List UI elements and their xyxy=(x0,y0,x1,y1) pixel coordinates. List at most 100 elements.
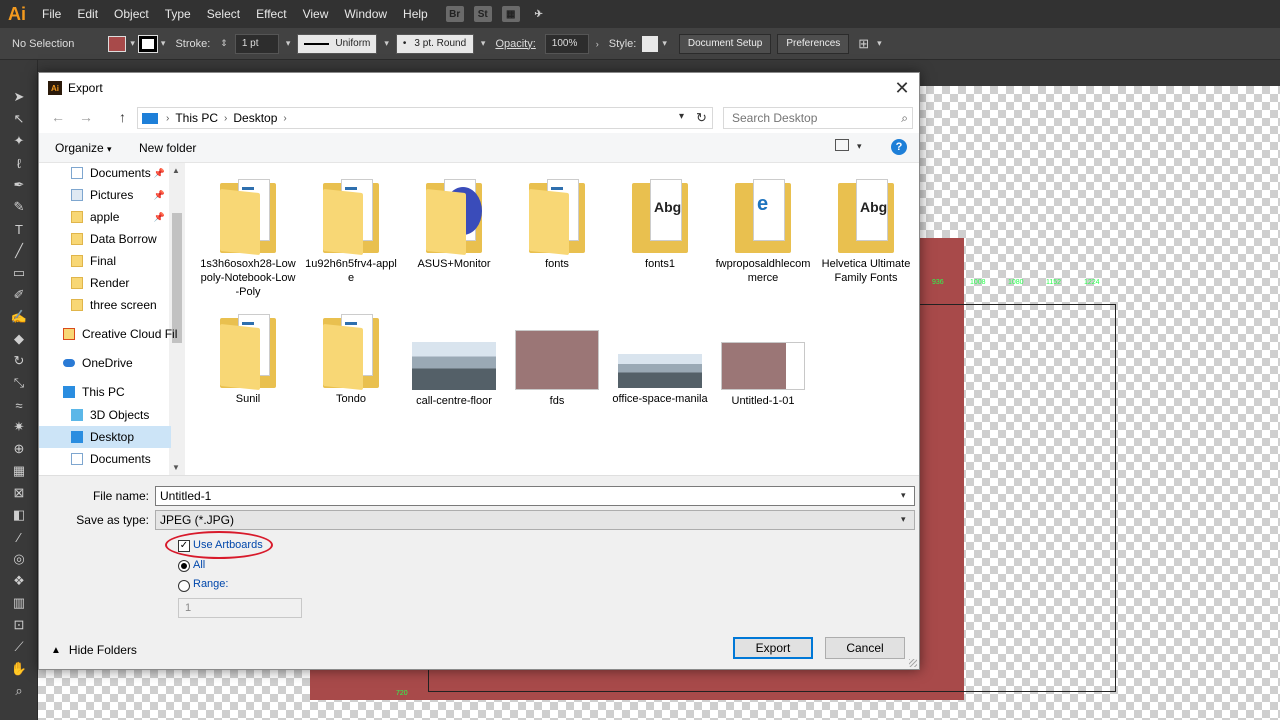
puppet-warp-tool-icon[interactable]: ✷ xyxy=(0,416,38,438)
eyedropper-tool-icon[interactable]: ⁄ xyxy=(0,526,38,548)
bridge-icon[interactable]: Br xyxy=(445,6,464,22)
artboard-tool-icon[interactable]: ⊡ xyxy=(0,614,38,636)
refresh-icon[interactable]: ↻ xyxy=(691,107,713,129)
document-setup-button[interactable]: Document Setup xyxy=(678,33,772,54)
scroll-down-icon[interactable]: ▼ xyxy=(172,463,180,472)
opacity-arrow-icon[interactable]: › xyxy=(596,39,599,49)
filename-dropdown-icon[interactable]: ▾ xyxy=(901,490,906,501)
magic-wand-tool-icon[interactable]: ✦ xyxy=(0,130,38,152)
file-item-folder[interactable]: 1u92h6n5frv4-apple xyxy=(303,177,399,285)
arrange-icon[interactable]: ⊞ xyxy=(858,36,869,52)
up-arrow-icon[interactable]: ↑ xyxy=(119,109,126,125)
menu-effect[interactable]: Effect xyxy=(248,0,294,28)
menu-view[interactable]: View xyxy=(295,0,337,28)
stroke-dropdown-icon[interactable]: ▾ xyxy=(161,38,166,49)
nav-item-final[interactable]: Final xyxy=(39,250,171,272)
arrange-dropdown-icon[interactable]: ▾ xyxy=(877,38,882,49)
zoom-tool-icon[interactable]: ⌕ xyxy=(0,680,38,702)
stock-icon[interactable]: St xyxy=(473,6,492,22)
save-as-type-dropdown-icon[interactable]: ▾ xyxy=(901,514,906,525)
address-bar[interactable]: › This PC › Desktop › xyxy=(137,107,711,129)
use-artboards-checkbox[interactable]: ✓ xyxy=(178,540,190,552)
lasso-tool-icon[interactable]: ℓ xyxy=(0,152,38,174)
menu-edit[interactable]: Edit xyxy=(69,0,106,28)
gpu-rocket-icon[interactable]: ✈ xyxy=(530,6,548,22)
stroke-profile-dropdown-icon[interactable]: ▾ xyxy=(384,38,389,49)
file-item-image[interactable]: Untitled-1-01 xyxy=(715,342,811,408)
nav-item-this-pc[interactable]: This PC xyxy=(39,381,171,403)
back-arrow-icon[interactable]: ← xyxy=(51,109,65,125)
menu-type[interactable]: Type xyxy=(157,0,199,28)
style-dropdown-icon[interactable]: ▾ xyxy=(662,38,667,49)
nav-item-three-screen[interactable]: three screen xyxy=(39,294,171,316)
file-item-folder[interactable]: e fwproposaldhlecommerce xyxy=(715,177,811,285)
file-item-folder[interactable]: Abg Helvetica Ultimate Family Fonts xyxy=(818,177,914,285)
file-item-folder[interactable]: ASUS+Monitor xyxy=(406,177,502,271)
nav-item-creative-cloud[interactable]: Creative Cloud Fil xyxy=(39,323,177,345)
brush-select[interactable]: • 3 pt. Round xyxy=(395,33,474,54)
slice-tool-icon[interactable]: ⟋ xyxy=(0,636,38,658)
hide-folders-toggle[interactable]: ▲ Hide Folders xyxy=(51,643,137,657)
organize-button[interactable]: Organize ▾ xyxy=(55,141,112,155)
nav-item-apple[interactable]: apple 📌 xyxy=(39,206,171,228)
nav-item-data-borrow[interactable]: Data Borrow xyxy=(39,228,171,250)
stroke-stepper-icon[interactable]: ⇕ xyxy=(220,38,228,49)
workspace-layout-icon[interactable]: ▦ xyxy=(501,6,520,22)
use-artboards-label[interactable]: Use Artboards xyxy=(193,539,263,551)
brush-dropdown-icon[interactable]: ▾ xyxy=(481,38,486,49)
fill-swatch[interactable] xyxy=(108,35,127,52)
preferences-button[interactable]: Preferences xyxy=(777,33,850,54)
stroke-swatch-icon[interactable] xyxy=(137,34,158,53)
file-item-folder[interactable]: Tondo xyxy=(303,312,399,406)
curvature-tool-icon[interactable]: ✎ xyxy=(0,196,38,218)
pen-tool-icon[interactable]: ✒ xyxy=(0,174,38,196)
file-item-folder[interactable]: fonts xyxy=(509,177,605,271)
file-item-folder[interactable]: 1s3h6osoxh28-Lowpoly-Notebook-Low-Poly xyxy=(200,177,296,299)
column-graph-tool-icon[interactable]: ▥ xyxy=(0,592,38,614)
perspective-grid-tool-icon[interactable]: ▦ xyxy=(0,460,38,482)
menu-file[interactable]: File xyxy=(34,0,69,28)
close-icon[interactable]: ✕ xyxy=(891,77,913,99)
eraser-tool-icon[interactable]: ◆ xyxy=(0,328,38,350)
nav-scrollbar-thumb[interactable] xyxy=(172,213,182,343)
search-input[interactable] xyxy=(732,111,892,125)
range-input[interactable] xyxy=(178,598,302,618)
file-item-image[interactable]: office-space-manila xyxy=(612,354,708,406)
menu-help[interactable]: Help xyxy=(395,0,436,28)
nav-item-pictures[interactable]: Pictures 📌 xyxy=(39,184,171,206)
new-folder-button[interactable]: New folder xyxy=(139,141,196,155)
breadcrumb-desktop[interactable]: Desktop xyxy=(233,111,277,125)
resize-grip-icon[interactable] xyxy=(909,659,917,667)
view-options-icon[interactable] xyxy=(835,139,849,151)
rectangle-tool-icon[interactable]: ▭ xyxy=(0,262,38,284)
file-item-image[interactable]: call-centre-floor xyxy=(406,342,502,408)
blend-tool-icon[interactable]: ◎ xyxy=(0,548,38,570)
hand-tool-icon[interactable]: ✋ xyxy=(0,658,38,680)
range-radio[interactable] xyxy=(178,580,190,592)
symbol-sprayer-tool-icon[interactable]: ❖ xyxy=(0,570,38,592)
mesh-tool-icon[interactable]: ⊠ xyxy=(0,482,38,504)
nav-item-documents-pc[interactable]: Documents xyxy=(39,448,171,470)
warp-tool-icon[interactable]: ≈ xyxy=(0,394,38,416)
filename-input[interactable] xyxy=(155,486,915,506)
style-swatch[interactable] xyxy=(642,35,659,52)
menu-object[interactable]: Object xyxy=(106,0,157,28)
forward-arrow-icon[interactable]: → xyxy=(79,109,93,125)
rotate-tool-icon[interactable]: ↻ xyxy=(0,350,38,372)
type-tool-icon[interactable]: T xyxy=(0,218,38,240)
file-item-image[interactable]: fds xyxy=(509,330,605,408)
view-dropdown-icon[interactable]: ▾ xyxy=(857,141,862,152)
export-button[interactable]: Export xyxy=(733,637,813,659)
opacity-field[interactable]: 100% xyxy=(544,33,589,54)
nav-item-3d-objects[interactable]: 3D Objects xyxy=(39,404,171,426)
selection-tool-icon[interactable]: ➤ xyxy=(0,86,38,108)
nav-item-desktop[interactable]: Desktop xyxy=(39,426,171,448)
menu-window[interactable]: Window xyxy=(336,0,395,28)
range-radio-label[interactable]: Range: xyxy=(193,578,228,590)
line-tool-icon[interactable]: ╱ xyxy=(0,240,38,262)
file-item-folder[interactable]: Sunil xyxy=(200,312,296,406)
cancel-button[interactable]: Cancel xyxy=(825,637,905,659)
nav-item-render[interactable]: Render xyxy=(39,272,171,294)
paintbrush-tool-icon[interactable]: ✐ xyxy=(0,284,38,306)
fill-dropdown-icon[interactable]: ▾ xyxy=(130,38,135,49)
